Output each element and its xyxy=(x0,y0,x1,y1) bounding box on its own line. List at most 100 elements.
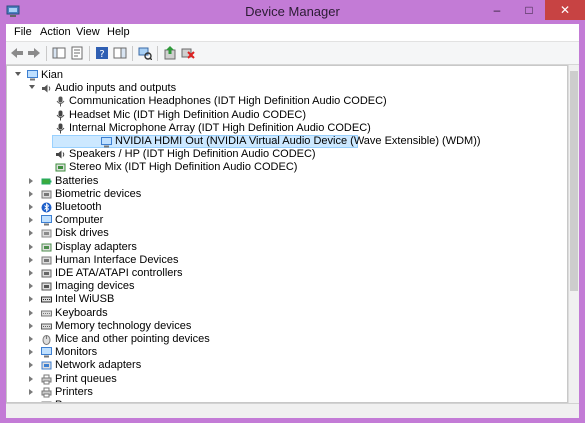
tree-category-item[interactable]: Mice and other pointing devices xyxy=(7,333,562,346)
expand-arrow-icon[interactable] xyxy=(29,375,33,382)
toolbar-separator xyxy=(89,46,90,61)
tree-category-item[interactable]: Intel WiUSB xyxy=(7,293,562,306)
tree-node-label: Stereo Mix (IDT High Definition Audio CO… xyxy=(69,161,298,174)
audio-category-icon xyxy=(42,84,51,93)
expand-arrow-icon[interactable] xyxy=(29,256,33,263)
tree-node-label: Audio inputs and outputs xyxy=(55,82,177,95)
expand-arrow-icon[interactable] xyxy=(29,177,33,184)
tree-node-label: Monitors xyxy=(55,346,98,359)
toolbar-separator xyxy=(132,46,133,61)
tree-category-item[interactable]: IDE ATA/ATAPI controllers xyxy=(7,267,562,280)
tree-category-item[interactable]: Monitors xyxy=(7,346,562,359)
expand-arrow-icon[interactable] xyxy=(29,296,33,303)
properties-icon[interactable] xyxy=(70,46,84,60)
tree-category-item[interactable]: Network adapters xyxy=(7,359,562,372)
client-area: File Action View Help ? Kian Audio inputs… xyxy=(6,24,579,418)
expand-arrow-icon[interactable] xyxy=(29,309,33,316)
speaker-icon xyxy=(56,150,65,159)
tree-category-item[interactable]: Print queues xyxy=(7,373,562,386)
tree-category-item[interactable]: Batteries xyxy=(7,175,562,188)
fingerprint-icon xyxy=(41,190,52,199)
vertical-scrollbar[interactable] xyxy=(568,65,579,403)
tree-category-item[interactable]: Computer xyxy=(7,214,562,227)
network-adapter-icon xyxy=(41,361,52,370)
tree-root-node[interactable]: Kian xyxy=(7,69,562,82)
expand-arrow-icon[interactable] xyxy=(29,283,33,290)
back-arrow-icon[interactable] xyxy=(10,46,24,60)
tree-category-audio[interactable]: Audio inputs and outputs xyxy=(7,82,562,95)
tree-category-item[interactable]: Imaging devices xyxy=(7,280,562,293)
expand-arrow-icon[interactable] xyxy=(29,230,33,237)
tree-node-label: Computer xyxy=(55,214,104,227)
help-icon[interactable]: ? xyxy=(95,46,109,60)
tree-device-item[interactable]: Internal Microphone Array (IDT High Defi… xyxy=(7,122,562,135)
menu-view[interactable]: View xyxy=(76,26,100,38)
expand-arrow-icon[interactable] xyxy=(29,217,33,224)
expand-arrow-icon[interactable] xyxy=(29,388,33,395)
tree-node-label: Bluetooth xyxy=(55,201,102,213)
minimize-button[interactable]: – xyxy=(481,0,513,20)
toolbar-separator xyxy=(46,46,47,61)
action-pane-icon[interactable] xyxy=(113,46,127,60)
update-driver-icon[interactable] xyxy=(163,46,177,60)
tree-category-item[interactable]: Memory technology devices xyxy=(7,320,562,333)
camera-icon xyxy=(41,282,52,291)
tree-node-label: Communication Headphones (IDT High Defin… xyxy=(69,95,387,108)
forward-arrow-icon[interactable] xyxy=(27,46,41,60)
root-computer-icon xyxy=(27,70,38,81)
expand-arrow-icon[interactable] xyxy=(29,336,33,342)
scan-hardware-icon[interactable] xyxy=(138,46,152,60)
menu-bar: File Action View Help xyxy=(6,24,579,42)
close-button[interactable]: ✕ xyxy=(545,0,585,20)
tree-device-item[interactable]: Headset Mic (IDT High Definition Audio C… xyxy=(7,109,562,122)
tree-node-label: Printers xyxy=(55,385,93,398)
tree-category-item[interactable]: Human Interface Devices xyxy=(7,254,562,267)
tree-node-label: Speakers / HP (IDT High Definition Audio… xyxy=(69,148,316,161)
expand-arrow-icon[interactable] xyxy=(29,362,33,369)
tree-node-label: Display adapters xyxy=(55,240,137,253)
tree-category-item[interactable]: Printers xyxy=(7,386,562,399)
toolbar-separator xyxy=(157,46,158,61)
expand-arrow-icon[interactable] xyxy=(29,270,33,276)
tree-node-label: Batteries xyxy=(55,174,99,187)
tree-node-label: Human Interface Devices xyxy=(55,253,179,266)
expand-arrow-icon[interactable] xyxy=(29,243,33,250)
tree-node-label: Biometric devices xyxy=(55,187,142,200)
monitor-audio-icon xyxy=(101,137,112,148)
tree-category-item[interactable]: Display adapters xyxy=(7,241,562,254)
tree-device-item[interactable]: Speakers / HP (IDT High Definition Audio… xyxy=(7,148,562,161)
tree-category-item[interactable]: Biometric devices xyxy=(7,188,562,201)
tree-category-item[interactable]: Bluetooth xyxy=(7,201,562,214)
tree-device-item[interactable]: NVIDIA HDMI Out (NVIDIA Virtual Audio De… xyxy=(52,135,481,148)
menu-action[interactable]: Action xyxy=(40,26,71,38)
menu-help[interactable]: Help xyxy=(107,26,130,38)
mouse-icon xyxy=(42,335,51,345)
menu-file[interactable]: File xyxy=(14,26,32,38)
toolbar: ? xyxy=(6,42,579,65)
tree-node-label: IDE ATA/ATAPI controllers xyxy=(55,267,183,279)
expand-arrow-icon[interactable] xyxy=(29,190,33,197)
tree-node-label: Mice and other pointing devices xyxy=(55,333,210,345)
expand-arrow-icon[interactable] xyxy=(29,349,33,356)
tree-category-item[interactable]: Keyboards xyxy=(7,307,562,320)
tree-node-label: Network adapters xyxy=(55,359,142,372)
tree-device-item[interactable]: Communication Headphones (IDT High Defin… xyxy=(7,95,562,108)
collapse-arrow-icon[interactable] xyxy=(15,72,21,76)
maximize-button[interactable]: □ xyxy=(513,0,545,20)
tree-node-label: Headset Mic (IDT High Definition Audio C… xyxy=(69,108,306,121)
show-hide-console-tree-icon[interactable] xyxy=(52,46,66,60)
hid-icon xyxy=(41,256,52,265)
collapse-arrow-icon[interactable] xyxy=(29,85,35,90)
scrollbar-thumb[interactable] xyxy=(570,71,578,291)
uninstall-device-icon[interactable] xyxy=(181,46,195,60)
tree-node-label: Imaging devices xyxy=(55,280,135,293)
tree-node-label: Intel WiUSB xyxy=(55,293,115,306)
expand-arrow-icon[interactable] xyxy=(29,322,33,329)
device-tree[interactable]: Kian Audio inputs and outputs Communicatio… xyxy=(6,65,568,403)
display-adapter-icon xyxy=(41,243,52,252)
expand-arrow-icon[interactable] xyxy=(29,204,33,210)
printer-icon xyxy=(41,387,52,398)
tree-device-item[interactable]: Stereo Mix (IDT High Definition Audio CO… xyxy=(7,161,562,174)
tree-category-item[interactable]: Disk drives xyxy=(7,227,562,240)
title-bar[interactable]: Device Manager – □ ✕ xyxy=(0,0,585,24)
